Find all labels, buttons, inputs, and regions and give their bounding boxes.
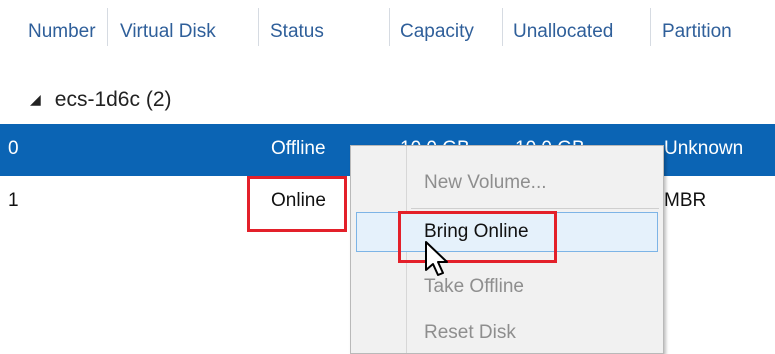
- column-virtual-disk[interactable]: Virtual Disk: [120, 21, 216, 43]
- column-status[interactable]: Status: [270, 21, 324, 43]
- column-unallocated[interactable]: Unallocated: [513, 21, 613, 43]
- column-header: Number Virtual Disk Status Capacity Unal…: [0, 0, 775, 62]
- column-divider[interactable]: [389, 8, 390, 46]
- column-divider[interactable]: [107, 8, 108, 46]
- column-number[interactable]: Number: [28, 21, 96, 43]
- menu-item-label: Reset Disk: [424, 322, 516, 343]
- menu-item-label: Take Offline: [424, 276, 524, 297]
- status-highlight-box: [247, 176, 347, 232]
- menu-item-label: Bring Online: [424, 221, 529, 242]
- cell-number: 1: [8, 190, 19, 211]
- column-partition[interactable]: Partition: [662, 21, 732, 43]
- mouse-pointer-icon: [425, 241, 448, 276]
- cell-partition: MBR: [664, 190, 707, 211]
- column-capacity[interactable]: Capacity: [400, 21, 474, 43]
- column-divider[interactable]: [650, 8, 651, 46]
- column-divider[interactable]: [258, 8, 259, 46]
- menu-item-take-offline[interactable]: Take Offline: [351, 264, 663, 308]
- menu-item-label: New Volume...: [424, 172, 547, 193]
- cell-partition: Unknown: [664, 138, 744, 159]
- cell-status: Offline: [271, 138, 326, 159]
- column-divider[interactable]: [502, 8, 503, 46]
- expand-triangle-icon[interactable]: ◢: [30, 91, 41, 107]
- menu-item-new-volume[interactable]: New Volume...: [351, 160, 663, 204]
- menu-item-reset-disk[interactable]: Reset Disk: [351, 310, 663, 354]
- cell-number: 0: [8, 138, 19, 159]
- group-label: ecs-1d6c (2): [54, 88, 172, 111]
- disk-group-header[interactable]: ◢ ecs-1d6c (2): [30, 88, 172, 112]
